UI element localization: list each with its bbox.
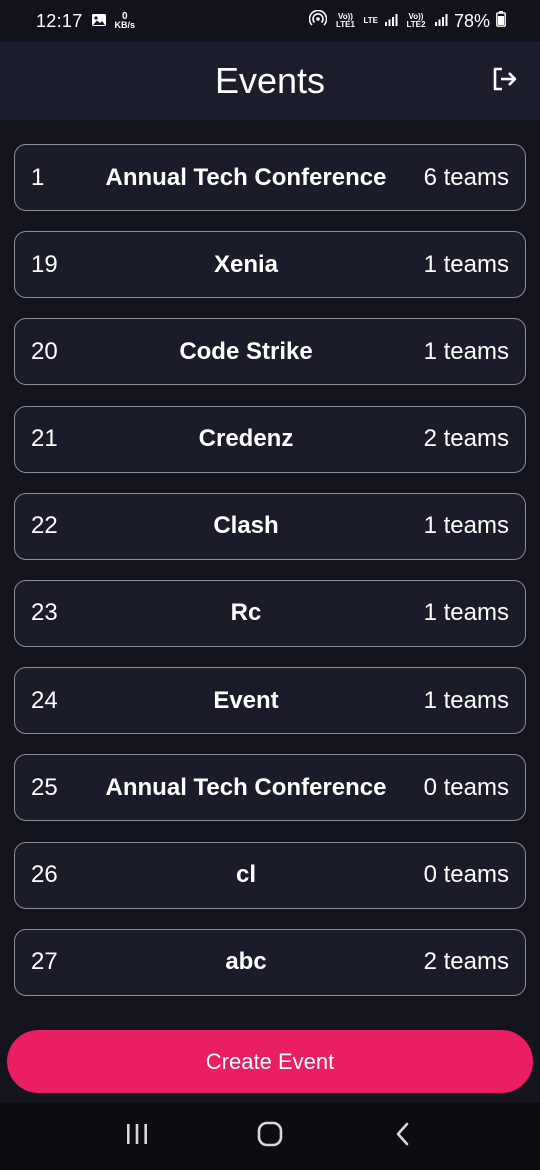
sim2-label: Vo)) LTE2: [406, 12, 426, 29]
event-name: Annual Tech Conference: [105, 163, 387, 191]
back-icon: [393, 1121, 413, 1152]
event-card[interactable]: 19 Xenia 1 teams: [14, 231, 526, 299]
recent-apps-icon: [124, 1122, 150, 1151]
event-teams: 1 teams: [423, 250, 509, 278]
event-card[interactable]: 23 Rc 1 teams: [14, 579, 526, 647]
event-card[interactable]: 24 Event 1 teams: [14, 667, 526, 735]
network-speed: 0 KB/s: [114, 12, 136, 30]
status-bar: 12:17 0 KB/s Vo)) LTE1 LTE Vo)) LTE2 78%: [0, 0, 540, 42]
sim1-label: Vo)) LTE1: [335, 12, 355, 29]
event-card[interactable]: 26 cl 0 teams: [14, 841, 526, 909]
event-teams: 1 teams: [423, 512, 509, 540]
event-name: Code Strike: [179, 337, 313, 365]
event-id: 27: [31, 948, 58, 976]
event-id: 19: [31, 250, 58, 278]
event-teams: 2 teams: [423, 425, 509, 453]
event-name: cl: [235, 861, 256, 888]
event-name: Annual Tech Conference: [105, 773, 387, 801]
event-id: 24: [31, 686, 58, 714]
event-card[interactable]: 21 Credenz 2 teams: [14, 405, 526, 473]
lte-label: LTE: [363, 16, 378, 25]
create-event-button[interactable]: Create Event: [7, 1030, 533, 1093]
logout-button[interactable]: [490, 66, 520, 96]
signal-icon: [434, 11, 448, 32]
event-id: 25: [31, 773, 58, 801]
page-title: Events: [214, 60, 326, 101]
home-button[interactable]: [240, 1117, 300, 1157]
signal-icon: [384, 11, 398, 32]
event-name: abc: [225, 948, 267, 976]
hotspot-icon: [309, 9, 328, 33]
event-teams: 1 teams: [423, 337, 509, 365]
status-left: 12:17 0 KB/s: [36, 11, 135, 32]
recent-apps-button[interactable]: [107, 1117, 167, 1157]
event-teams: 1 teams: [423, 686, 509, 714]
event-teams: 6 teams: [423, 163, 509, 191]
screen: 12:17 0 KB/s Vo)) LTE1 LTE Vo)) LTE2 78%…: [0, 0, 540, 1170]
event-card[interactable]: 1 Annual Tech Conference 6 teams: [14, 144, 526, 211]
back-button[interactable]: [373, 1117, 433, 1157]
event-teams: 2 teams: [423, 948, 509, 976]
event-teams: 0 teams: [423, 773, 509, 801]
event-name: Clash: [213, 512, 279, 540]
status-time: 12:17: [36, 10, 83, 31]
event-id: 23: [31, 599, 58, 627]
event-name: Event: [213, 686, 279, 714]
event-name: Credenz: [198, 425, 294, 453]
event-card[interactable]: 22 Clash 1 teams: [14, 492, 526, 560]
event-id: 1: [31, 163, 45, 191]
gallery-icon: [91, 11, 107, 32]
event-teams: 0 teams: [423, 861, 509, 888]
event-id: 21: [31, 425, 58, 453]
event-card[interactable]: 20 Code Strike 1 teams: [14, 318, 526, 386]
system-nav-bar: [0, 1103, 540, 1170]
event-list: 1 Annual Tech Conference 6 teams 19 Xeni…: [14, 144, 526, 1016]
event-id: 26: [31, 861, 58, 888]
event-card[interactable]: 25 Annual Tech Conference 0 teams: [14, 754, 526, 822]
event-card[interactable]: 27 abc 2 teams: [14, 928, 526, 996]
battery-icon: [496, 10, 506, 32]
home-icon: [256, 1120, 284, 1153]
event-name: Rc: [230, 599, 262, 627]
event-teams: 1 teams: [423, 599, 509, 627]
network-speed-unit: KB/s: [114, 20, 136, 30]
status-right: Vo)) LTE1 LTE Vo)) LTE2 78%: [309, 9, 506, 33]
app-header: Events: [0, 42, 540, 120]
logout-icon: [491, 65, 519, 98]
battery-percentage: 78%: [453, 10, 490, 31]
event-name: Xenia: [213, 250, 279, 278]
event-id: 20: [31, 337, 58, 365]
event-id: 22: [31, 512, 58, 540]
